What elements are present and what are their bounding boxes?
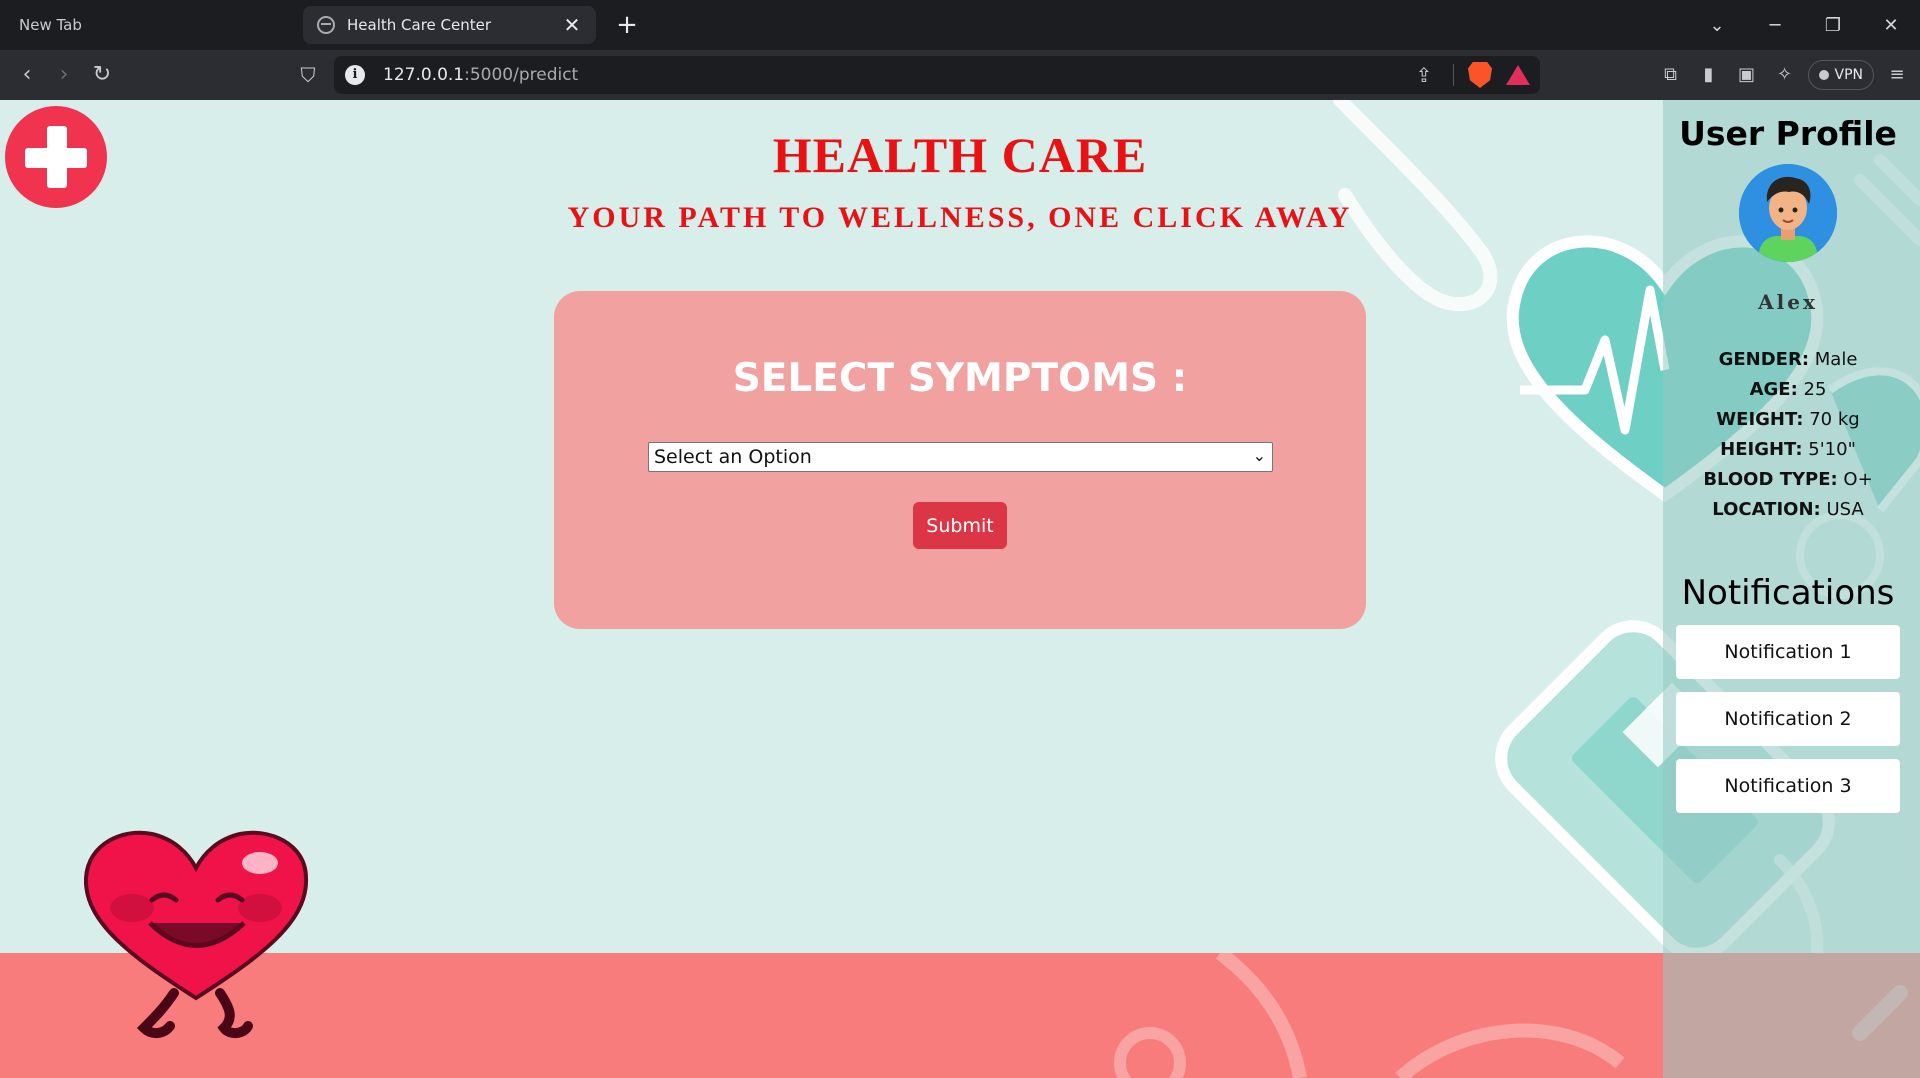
bookmark-icon[interactable]: ⛉ [293,60,323,90]
wallet-icon[interactable]: ▣ [1732,60,1762,90]
detail-value: USA [1826,499,1864,520]
url-path: :5000/predict [464,65,579,85]
tab-health-care-center[interactable]: Health Care Center ✕ [303,6,596,44]
notification-item[interactable]: Notification 1 [1676,625,1900,679]
bat-triangle-icon[interactable] [1506,65,1530,85]
tab-strip: New Tab Health Care Center ✕ + ⌄ ─ ❐ ✕ [0,0,1920,50]
notifications-heading: Notifications [1681,573,1895,613]
menu-icon[interactable]: ≡ [1882,60,1912,90]
brave-lion-icon[interactable] [1468,62,1492,88]
detail-value: 5'10" [1808,439,1856,460]
vpn-label: VPN [1834,67,1864,83]
avatar-illustration [1739,164,1837,262]
vpn-button[interactable]: VPN [1807,60,1874,90]
form-heading: SELECT SYMPTOMS : [732,356,1188,401]
tab-search-chevron-icon[interactable]: ⌄ [1688,15,1746,36]
url-host: 127.0.0.1 [383,65,465,85]
address-bar[interactable]: i 127.0.0.1 :5000/predict ⇪ [334,56,1540,94]
close-icon[interactable]: ✕ [560,13,584,37]
leo-ai-icon[interactable]: ✧ [1770,60,1800,90]
notification-item[interactable]: Notification 3 [1676,759,1900,813]
minimize-icon[interactable]: ─ [1746,15,1804,36]
notification-item[interactable]: Notification 2 [1676,692,1900,746]
detail-label: GENDER: [1718,349,1810,370]
new-tab-button[interactable]: + [612,10,642,40]
divider [1453,64,1454,86]
forward-icon[interactable]: › [49,60,79,90]
chevron-down-icon: ⌄ [1252,446,1266,465]
symptom-form-card: SELECT SYMPTOMS : Select an Option ⌄ Sub… [554,291,1366,629]
smiling-heart-mascot [84,830,309,1038]
tab-title: Health Care Center [347,16,492,34]
detail-gender: GENDER: Male [1663,345,1913,375]
profile-heading: User Profile [1679,114,1897,153]
sidebar-icon[interactable]: ▮ [1694,60,1724,90]
detail-age: AGE: 25 [1663,375,1913,405]
submit-button[interactable]: Submit [913,502,1007,549]
detail-label: LOCATION: [1712,499,1821,520]
extensions-icon[interactable]: ⧉ [1656,60,1686,90]
detail-label: HEIGHT: [1720,439,1803,460]
browser-toolbar: ‹ › ↻ ⛉ i 127.0.0.1 :5000/predict ⇪ ⧉ ▮ … [0,50,1920,100]
select-value: Select an Option [654,446,812,468]
share-icon[interactable]: ⇪ [1409,60,1439,90]
window-controls: ⌄ ─ ❐ ✕ [1688,0,1920,50]
page-title: HEALTH CARE [772,127,1148,183]
detail-weight: WEIGHT: 70 kg [1663,405,1913,435]
restore-icon[interactable]: ❐ [1804,15,1862,36]
detail-value: 25 [1803,379,1827,400]
close-window-icon[interactable]: ✕ [1862,15,1920,36]
page-viewport: HEALTH CARE YOUR PATH TO WELLNESS, ONE C… [0,100,1920,1078]
tab-new-tab[interactable]: New Tab [0,0,300,50]
symptom-select[interactable]: Select an Option ⌄ [648,442,1273,472]
detail-label: AGE: [1749,379,1798,400]
detail-height: HEIGHT: 5'10" [1663,435,1913,465]
page-subtitle: YOUR PATH TO WELLNESS, ONE CLICK AWAY [567,201,1353,234]
detail-label: WEIGHT: [1716,409,1804,430]
profile-details: GENDER: Male AGE: 25 WEIGHT: 70 kg HEIGH… [1663,345,1913,525]
address-bar-actions: ⇪ [1409,60,1530,90]
detail-value: 70 kg [1809,409,1860,430]
user-profile-sidebar: User Profile Alex GENDER: Male AGE: 25 W… [1663,100,1920,1078]
avatar [1739,164,1837,262]
globe-icon [317,16,335,34]
reload-icon[interactable]: ↻ [87,60,117,90]
info-icon[interactable]: i [345,65,365,85]
tab-title: New Tab [19,16,82,34]
detail-value: O+ [1843,469,1873,490]
detail-value: Male [1814,349,1858,370]
vpn-status-icon [1818,70,1829,80]
back-icon[interactable]: ‹ [12,60,42,90]
detail-location: LOCATION: USA [1663,495,1913,525]
detail-label: BLOOD TYPE: [1703,469,1838,490]
toolbar-actions: ⧉ ▮ ▣ ✧ VPN ≡ [1656,58,1913,92]
user-name: Alex [1758,290,1818,314]
detail-blood-type: BLOOD TYPE: O+ [1663,465,1913,495]
